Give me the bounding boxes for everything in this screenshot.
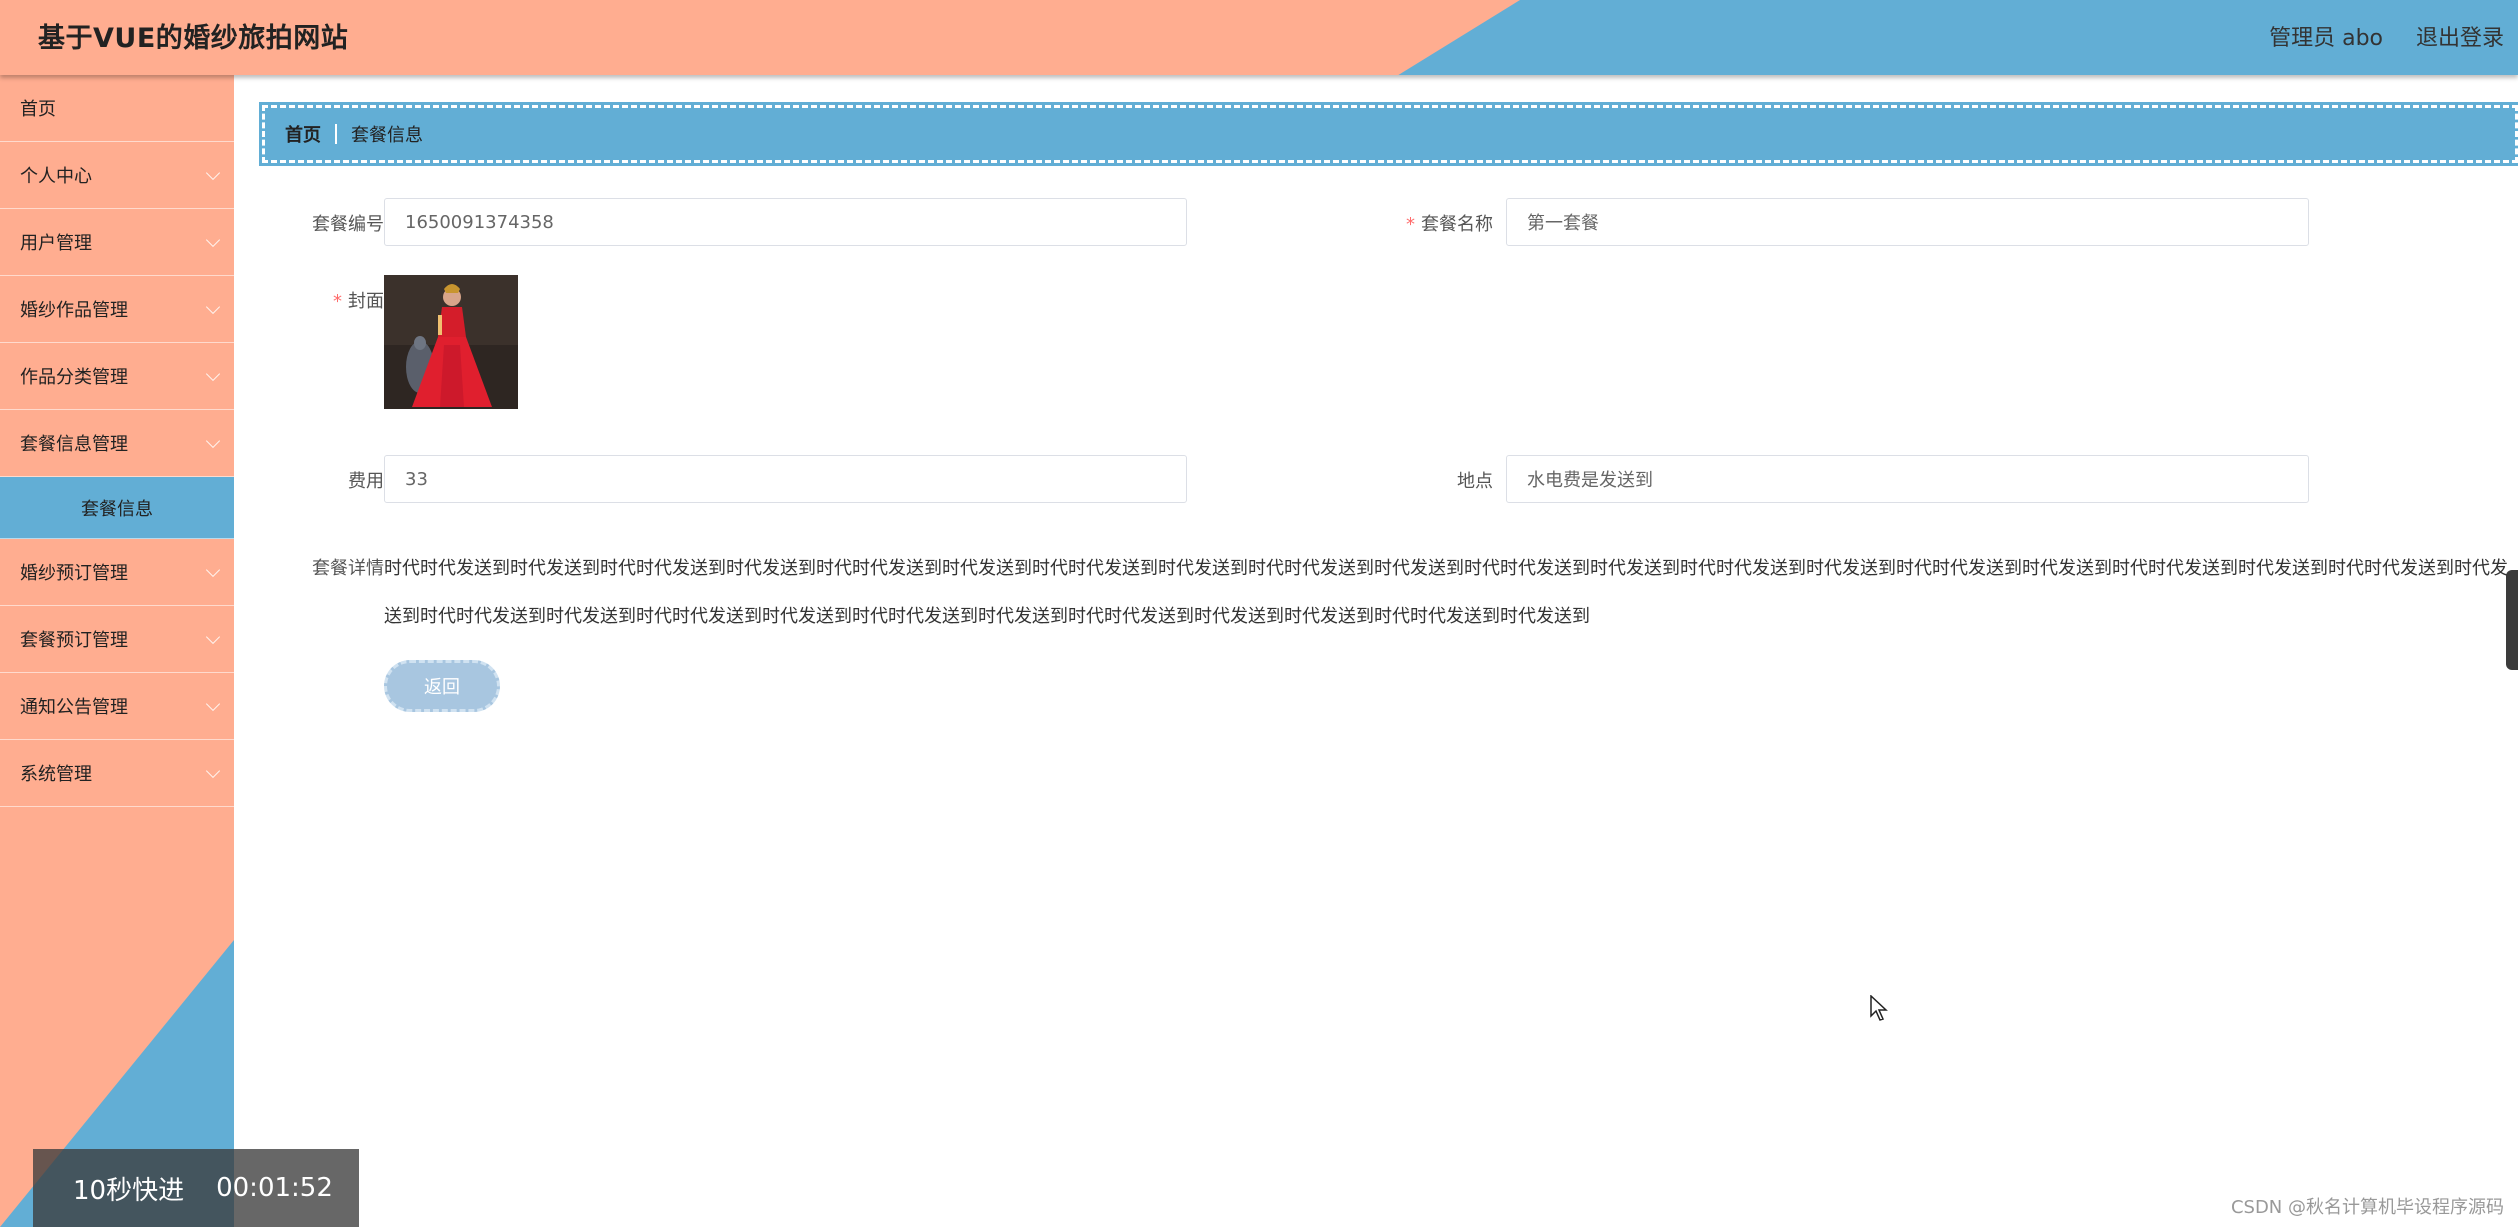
- sidebar-item-notices[interactable]: 通知公告管理: [0, 673, 234, 740]
- fee-label-text: 费用: [348, 471, 384, 492]
- cover-photo-bride: [384, 275, 518, 409]
- scrollbar-handle[interactable]: [2506, 570, 2518, 670]
- package-name-label: * 套餐名称: [1343, 210, 1493, 236]
- sidebar-item-package-bookings[interactable]: 套餐预订管理: [0, 606, 234, 673]
- package-detail-text: 时代时代发送到时代发送到时代时代发送到时代发送到时代时代发送到时代发送到时代时代…: [384, 558, 2508, 627]
- sidebar-item-label: 套餐信息管理: [20, 434, 128, 455]
- required-mark: *: [1406, 214, 1415, 235]
- site-title: 基于VUE的婚纱旅拍网站: [38, 23, 349, 54]
- chevron-down-icon: [205, 165, 221, 180]
- chevron-down-icon: [205, 629, 221, 644]
- sidebar-item-profile[interactable]: 个人中心: [0, 142, 234, 209]
- sidebar-item-packages[interactable]: 套餐信息管理: [0, 410, 234, 477]
- sidebar-menu: 首页 个人中心 用户管理 婚纱作品管理 作品分类管理 套餐信息管理 套餐信息 婚…: [0, 75, 234, 807]
- sidebar-item-label: 系统管理: [20, 764, 92, 785]
- location-label-text: 地点: [1457, 471, 1493, 492]
- current-user-label: 管理员 abo: [2269, 26, 2383, 51]
- back-button[interactable]: 返回: [384, 660, 500, 712]
- breadcrumb-separator: [335, 124, 337, 144]
- cover-label: * 封面: [234, 287, 384, 313]
- sidebar-item-home[interactable]: 首页: [0, 75, 234, 142]
- location-label: 地点: [1343, 467, 1493, 493]
- sidebar-item-label: 套餐预订管理: [20, 630, 128, 651]
- sidebar-item-label: 首页: [20, 99, 56, 120]
- watermark: CSDN @秋名计算机毕设程序源码: [2230, 1197, 2504, 1218]
- sidebar-item-wedding-bookings[interactable]: 婚纱预订管理: [0, 539, 234, 606]
- sidebar-item-label: 婚纱作品管理: [20, 300, 128, 321]
- fee-input[interactable]: [384, 455, 1187, 503]
- package-no-input[interactable]: [384, 198, 1187, 246]
- fast-forward-button[interactable]: 10秒快进: [73, 1170, 184, 1207]
- chevron-down-icon: [205, 366, 221, 381]
- breadcrumb-home[interactable]: 首页: [285, 121, 321, 147]
- sidebar-item-label: 用户管理: [20, 233, 92, 254]
- sidebar-item-label: 作品分类管理: [20, 367, 128, 388]
- breadcrumb: 首页 套餐信息: [259, 102, 2518, 166]
- breadcrumb-current: 套餐信息: [351, 125, 423, 146]
- location-input[interactable]: [1506, 455, 2309, 503]
- cover-image[interactable]: [384, 275, 518, 409]
- main-content: 首页 套餐信息 套餐编号 * 套餐名称 * 封面 费用: [234, 75, 2518, 1227]
- mouse-cursor-icon: [1870, 995, 1888, 1021]
- chevron-down-icon: [205, 763, 221, 778]
- sidebar-item-label: 婚纱预订管理: [20, 563, 128, 584]
- sidebar-item-label: 套餐信息: [81, 498, 153, 520]
- chevron-down-icon: [205, 299, 221, 314]
- cover-label-text: 封面: [348, 291, 384, 312]
- detail-label-text: 套餐详情: [312, 558, 384, 579]
- chevron-down-icon: [205, 232, 221, 247]
- video-timestamp: 00:01:52: [216, 1173, 333, 1203]
- fee-label: 费用: [234, 467, 384, 493]
- sidebar-item-users[interactable]: 用户管理: [0, 209, 234, 276]
- package-no-label-text: 套餐编号: [312, 214, 384, 235]
- package-no-label: 套餐编号: [234, 210, 384, 236]
- video-overlay: 10秒快进 00:01:52: [33, 1149, 359, 1227]
- chevron-down-icon: [205, 433, 221, 448]
- top-header: 基于VUE的婚纱旅拍网站 管理员 abo 退出登录: [0, 0, 2518, 75]
- detail-label: 套餐详情: [234, 545, 384, 593]
- sidebar-item-label: 通知公告管理: [20, 697, 128, 718]
- chevron-down-icon: [205, 562, 221, 577]
- sidebar-item-wedding-works[interactable]: 婚纱作品管理: [0, 276, 234, 343]
- sidebar-subitem-package-info[interactable]: 套餐信息: [0, 477, 234, 539]
- sidebar: 首页 个人中心 用户管理 婚纱作品管理 作品分类管理 套餐信息管理 套餐信息 婚…: [0, 75, 234, 1227]
- logout-link[interactable]: 退出登录: [2416, 20, 2504, 52]
- package-name-label-text: 套餐名称: [1421, 214, 1493, 235]
- sidebar-item-label: 个人中心: [20, 166, 92, 187]
- sidebar-item-work-categories[interactable]: 作品分类管理: [0, 343, 234, 410]
- chevron-down-icon: [205, 696, 221, 711]
- package-name-input[interactable]: [1506, 198, 2309, 246]
- required-mark: *: [333, 291, 342, 312]
- sidebar-item-system[interactable]: 系统管理: [0, 740, 234, 807]
